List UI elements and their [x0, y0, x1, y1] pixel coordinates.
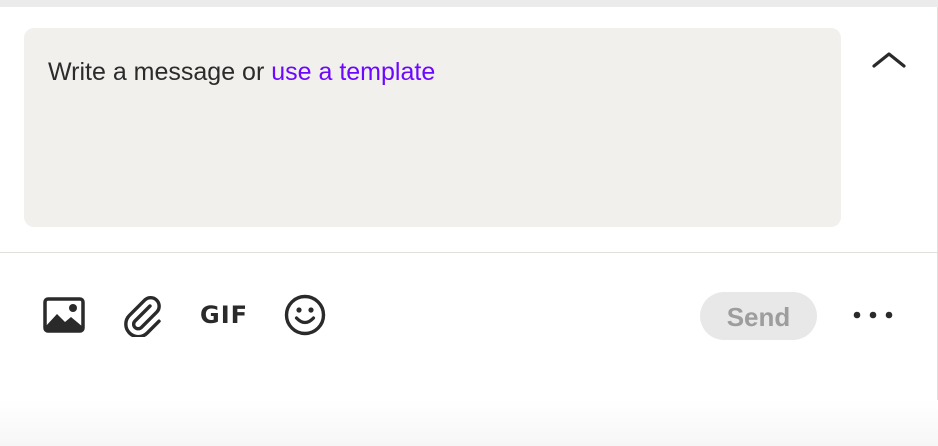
attach-file-button[interactable]	[121, 293, 167, 339]
top-border	[0, 0, 938, 7]
send-button[interactable]: Send	[700, 292, 817, 340]
emoji-icon	[284, 294, 326, 336]
emoji-button[interactable]	[283, 293, 327, 337]
image-icon	[43, 297, 85, 333]
collapse-button[interactable]	[868, 44, 910, 76]
divider	[0, 252, 938, 253]
more-horizontal-icon	[853, 311, 893, 319]
paperclip-icon	[124, 295, 161, 339]
bottom-fade	[0, 400, 938, 446]
chevron-up-icon	[872, 52, 906, 68]
use-template-link[interactable]: use a template	[271, 58, 435, 86]
message-placeholder: Write a message or	[48, 58, 272, 86]
message-composer: Write a message or use a template GIF Se…	[0, 0, 938, 446]
attach-image-button[interactable]	[42, 296, 86, 334]
more-options-button[interactable]	[848, 300, 898, 330]
gif-button[interactable]: GIF	[200, 298, 250, 332]
message-input[interactable]: Write a message or use a template	[24, 28, 841, 227]
gif-label: GIF	[200, 301, 249, 329]
